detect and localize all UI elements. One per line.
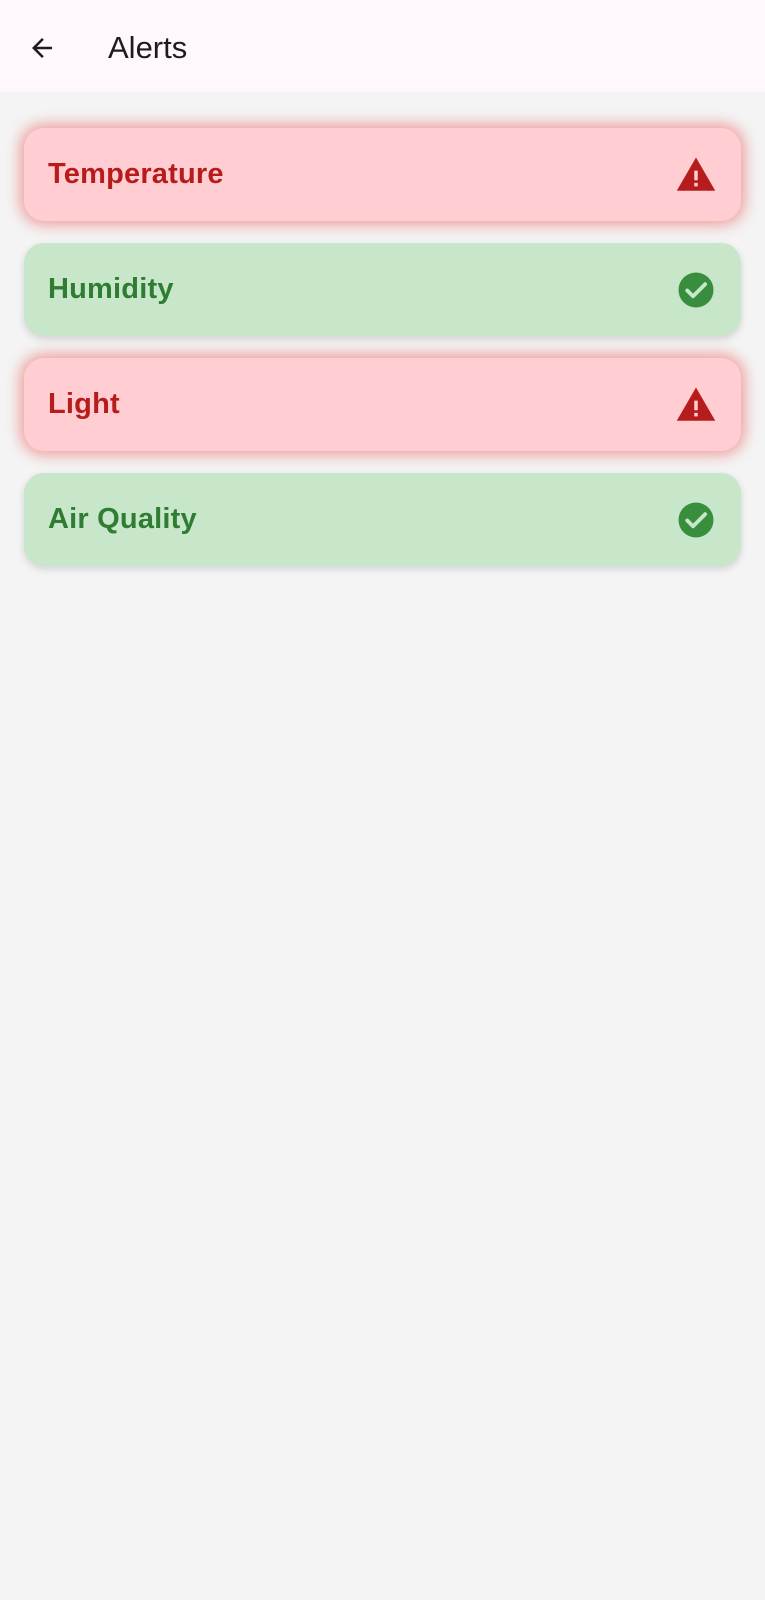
- alert-card-temperature[interactable]: Temperature: [24, 128, 741, 221]
- alert-label: Light: [48, 388, 120, 420]
- alert-label: Temperature: [48, 158, 224, 190]
- alert-card-air-quality[interactable]: Air Quality: [24, 473, 741, 566]
- back-button[interactable]: [20, 26, 64, 70]
- app-bar: Alerts: [0, 0, 765, 92]
- warning-triangle-icon: [676, 387, 716, 421]
- alert-label: Air Quality: [48, 503, 197, 535]
- arrow-back-icon: [32, 38, 52, 58]
- warning-triangle-icon: [676, 157, 716, 191]
- check-circle-icon: [678, 272, 714, 308]
- alert-card-light[interactable]: Light: [24, 358, 741, 451]
- check-circle-icon: [678, 502, 714, 538]
- page-title: Alerts: [108, 30, 188, 65]
- alert-card-humidity[interactable]: Humidity: [24, 243, 741, 336]
- alert-label: Humidity: [48, 273, 174, 305]
